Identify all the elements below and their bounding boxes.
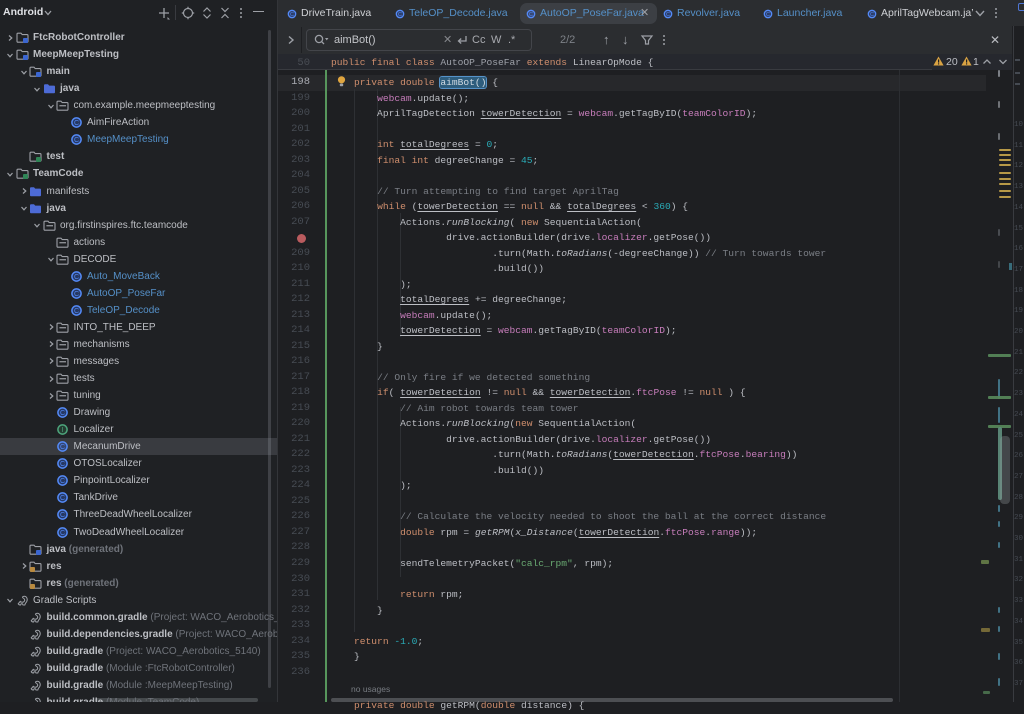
svg-text:C: C [73,120,78,127]
svg-text:I: I [62,427,64,434]
svg-text:C: C [73,291,78,298]
svg-text:C: C [870,12,874,18]
svg-text:C: C [60,495,65,502]
svg-text:C: C [60,530,65,537]
svg-text:C: C [73,274,78,281]
svg-text:C: C [666,12,670,18]
svg-text:C: C [60,512,65,519]
svg-text:C: C [766,12,770,18]
svg-text:C: C [73,137,78,144]
svg-text:C: C [290,12,294,18]
svg-text:C: C [529,12,533,18]
svg-text:C: C [60,461,65,468]
svg-text:C: C [60,410,65,417]
svg-text:C: C [60,478,65,485]
svg-text:C: C [398,12,402,18]
svg-text:C: C [60,444,65,451]
svg-text:C: C [73,308,78,315]
